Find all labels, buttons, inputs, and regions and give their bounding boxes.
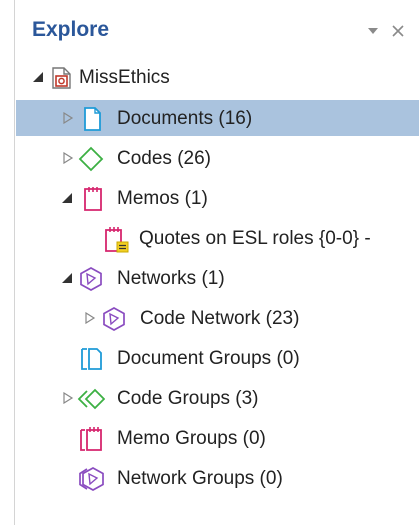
tree-item-documents[interactable]: Documents (16) <box>16 100 419 136</box>
tree-item-network-groups[interactable]: Network Groups (0) <box>16 460 419 496</box>
expanded-triangle-icon[interactable] <box>61 192 73 204</box>
tree-item-memos[interactable]: Memos (1) <box>16 180 419 216</box>
close-icon[interactable] <box>387 18 409 44</box>
tree-item-networks[interactable]: Networks (1) <box>16 260 419 296</box>
tree-item-label: Code Groups (3) <box>117 388 259 409</box>
network-icon <box>78 266 104 292</box>
tree-item-label: Codes (26) <box>117 148 211 169</box>
collapsed-triangle-icon[interactable] <box>62 112 74 124</box>
tree-item-label: Networks (1) <box>117 268 225 289</box>
panel-header: Explore <box>15 0 419 60</box>
network-group-icon <box>77 466 104 492</box>
tree-item-label: Document Groups (0) <box>117 348 300 369</box>
document-icon <box>80 106 106 132</box>
chevron-down-icon[interactable] <box>362 18 384 44</box>
explore-panel: Explore MissEthics Documents (16) Codes … <box>14 0 419 525</box>
tree-item-project[interactable]: MissEthics <box>16 59 419 95</box>
tree-item-code-network[interactable]: Code Network (23) <box>16 300 419 336</box>
tree-item-label: Code Network (23) <box>140 308 300 329</box>
tree-item-memo-groups[interactable]: Memo Groups (0) <box>16 420 419 456</box>
tree-item-document-groups[interactable]: Document Groups (0) <box>16 340 419 376</box>
memo-note-icon <box>103 226 129 253</box>
memo-icon <box>80 186 106 212</box>
code-icon <box>78 146 104 172</box>
collapsed-triangle-icon[interactable] <box>62 392 74 404</box>
tree-item-label: MissEthics <box>79 67 170 88</box>
tree-item-codes[interactable]: Codes (26) <box>16 140 419 176</box>
memo-group-icon <box>78 426 104 452</box>
tree-item-label: Memo Groups (0) <box>117 428 266 449</box>
collapsed-triangle-icon[interactable] <box>84 312 96 324</box>
tree-item-label: Network Groups (0) <box>117 468 283 489</box>
collapsed-triangle-icon[interactable] <box>62 152 74 164</box>
expanded-triangle-icon[interactable] <box>32 71 44 83</box>
tree-item-label: Quotes on ESL roles {0-0} - <box>139 228 371 249</box>
network-icon <box>101 306 127 332</box>
expanded-triangle-icon[interactable] <box>61 272 73 284</box>
panel-title: Explore <box>32 18 110 41</box>
document-group-icon <box>79 346 105 372</box>
tree-item-label: Memos (1) <box>117 188 208 209</box>
code-group-icon <box>77 386 105 412</box>
tree-item-code-groups[interactable]: Code Groups (3) <box>16 380 419 416</box>
tree-item-label: Documents (16) <box>117 108 253 129</box>
tree-item-memo[interactable]: Quotes on ESL roles {0-0} - <box>16 220 419 256</box>
project-icon <box>49 65 75 91</box>
